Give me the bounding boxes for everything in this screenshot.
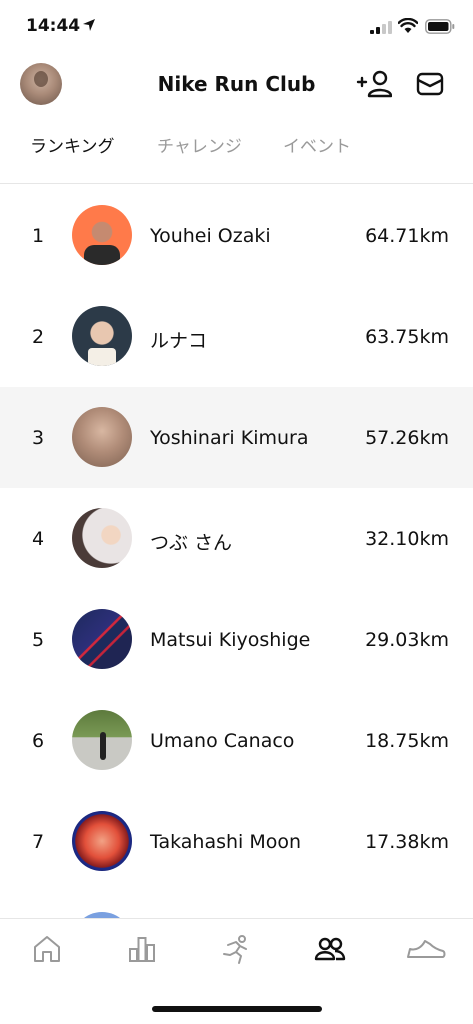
header: Nike Run Club xyxy=(0,56,473,112)
wifi-icon xyxy=(398,18,418,33)
battery-icon xyxy=(425,19,455,34)
leaderboard-row-current-user[interactable]: 3 Yoshinari Kimura 57.26km xyxy=(0,387,473,488)
home-indicator[interactable] xyxy=(152,1006,322,1012)
location-arrow-icon xyxy=(83,19,95,31)
leaderboard-row[interactable]: 7 Takahashi Moon 17.38km xyxy=(0,791,473,892)
runner-name: Umano Canaco xyxy=(150,730,295,752)
status-bar: 14:44 xyxy=(0,0,473,56)
run-icon[interactable] xyxy=(220,933,252,965)
inbox-icon[interactable] xyxy=(416,71,444,97)
leaderboard-row[interactable]: 6 Umano Canaco 18.75km xyxy=(0,690,473,791)
avatar[interactable] xyxy=(72,407,132,467)
avatar[interactable] xyxy=(72,811,132,871)
page-title: Nike Run Club xyxy=(157,72,316,96)
runner-name: Yoshinari Kimura xyxy=(150,427,309,449)
rank-number: 1 xyxy=(32,225,45,247)
runner-name: ルナコ xyxy=(150,330,208,352)
signal-icon xyxy=(370,21,392,34)
runner-distance: 57.26km xyxy=(365,427,449,449)
rank-number: 5 xyxy=(32,629,45,651)
runner-distance: 32.10km xyxy=(365,528,449,550)
avatar[interactable] xyxy=(72,205,132,265)
activity-icon[interactable] xyxy=(126,933,158,965)
rank-number: 2 xyxy=(32,326,45,348)
runner-distance: 18.75km xyxy=(365,730,449,752)
status-time: 14:44 xyxy=(26,16,81,36)
runner-distance: 63.75km xyxy=(365,326,449,348)
runner-name: Youhei Ozaki xyxy=(150,225,271,247)
add-friend-icon[interactable] xyxy=(356,70,392,98)
leaderboard-row[interactable]: 1 Youhei Ozaki 64.71km xyxy=(0,185,473,286)
runner-distance: 29.03km xyxy=(365,629,449,651)
tab-event[interactable]: イベント xyxy=(283,132,351,157)
leaderboard-row[interactable]: 4 つぶ さん 32.10km xyxy=(0,488,473,589)
avatar[interactable] xyxy=(72,710,132,770)
rank-number: 3 xyxy=(32,427,45,449)
runner-name: つぶ さん xyxy=(150,532,233,554)
rank-number: 4 xyxy=(32,528,45,550)
avatar[interactable] xyxy=(72,609,132,669)
shoe-icon[interactable] xyxy=(406,933,446,965)
leaderboard-row[interactable]: 2 ルナコ 63.75km xyxy=(0,286,473,387)
runner-distance: 64.71km xyxy=(365,225,449,247)
avatar[interactable] xyxy=(72,508,132,568)
segment-tabs: ランキング チャレンジ イベント xyxy=(0,112,473,184)
rank-number: 7 xyxy=(32,831,45,853)
tab-ranking[interactable]: ランキング xyxy=(30,132,115,157)
leaderboard-list: 1 Youhei Ozaki 64.71km 2 ルナコ 63.75km 3 Y… xyxy=(0,185,473,993)
club-icon[interactable] xyxy=(314,933,346,965)
avatar[interactable] xyxy=(72,306,132,366)
runner-distance: 17.38km xyxy=(365,831,449,853)
home-icon[interactable] xyxy=(31,933,63,965)
runner-name: Takahashi Moon xyxy=(150,831,302,853)
leaderboard-row[interactable]: 5 Matsui Kiyoshige 29.03km xyxy=(0,589,473,690)
runner-name: Matsui Kiyoshige xyxy=(150,629,311,651)
rank-number: 6 xyxy=(32,730,45,752)
tab-challenge[interactable]: チャレンジ xyxy=(157,132,242,157)
